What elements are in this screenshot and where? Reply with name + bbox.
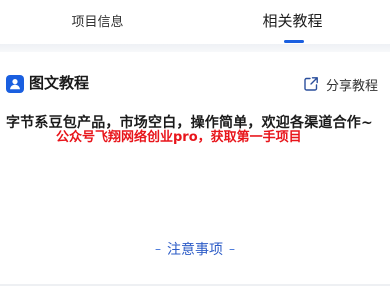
bottom-divider: [0, 284, 390, 286]
share-tutorial-label: 分享教程: [326, 78, 379, 94]
notice-label: 注意事项: [167, 242, 223, 258]
section-divider: [0, 44, 390, 52]
notice-heading: – 注意事项 –: [0, 238, 390, 260]
tab-related-tutorials[interactable]: 相关教程: [195, 0, 390, 40]
active-tab-indicator: [284, 40, 304, 43]
tab-bar: 项目信息 相关教程: [0, 0, 390, 44]
section-title: 图文教程: [29, 74, 90, 92]
tab-project-info-label: 项目信息: [71, 14, 124, 30]
section-header: 图文教程 分享教程: [0, 70, 390, 98]
notice-dash-right: –: [229, 242, 235, 256]
share-icon: [303, 76, 319, 92]
document-person-icon: [6, 75, 24, 93]
share-tutorial-button[interactable]: 分享教程: [303, 73, 378, 95]
tab-related-tutorials-label: 相关教程: [262, 11, 323, 30]
watermark-text: 公众号飞翔网络创业pro，获取第一手项目: [56, 130, 302, 145]
notice-dash-left: –: [155, 242, 161, 256]
tab-project-info[interactable]: 项目信息: [0, 0, 195, 40]
